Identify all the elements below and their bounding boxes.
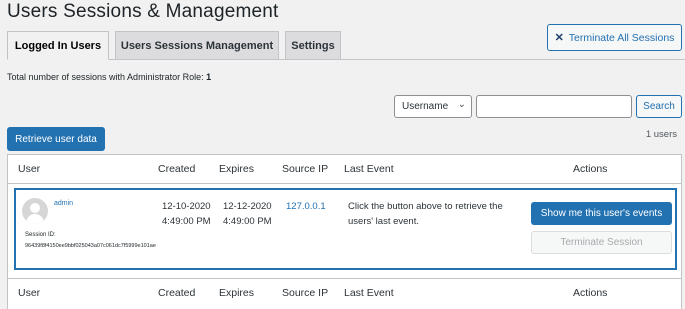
column-header-created[interactable]: Created bbox=[158, 163, 195, 175]
tab-settings[interactable]: Settings bbox=[285, 31, 341, 60]
tab-logged-in-users[interactable]: Logged In Users bbox=[7, 31, 109, 60]
avatar bbox=[22, 198, 48, 224]
close-icon: ✕ bbox=[554, 32, 564, 44]
retrieve-user-data-button[interactable]: Retrieve user data bbox=[7, 127, 105, 151]
page-title: Users Sessions & Management bbox=[7, 1, 279, 22]
column-header-actions: Actions bbox=[573, 163, 608, 175]
avatar-head-shape bbox=[30, 203, 40, 213]
column-footer-last-event[interactable]: Last Event bbox=[344, 287, 394, 299]
table-row: admin Session ID: 96439f8f4150ee9bbf0250… bbox=[14, 188, 677, 270]
avatar-body-shape bbox=[26, 214, 44, 224]
search-field-value: Username bbox=[402, 101, 449, 112]
search-button[interactable]: Search bbox=[636, 95, 682, 118]
column-footer-source-ip[interactable]: Source IP bbox=[282, 287, 328, 299]
table-header: User Created Expires Source IP Last Even… bbox=[8, 155, 681, 184]
tab-users-sessions-management[interactable]: Users Sessions Management bbox=[115, 31, 279, 60]
session-id-label: Session ID: bbox=[25, 232, 56, 238]
column-footer-user[interactable]: User bbox=[18, 287, 40, 299]
search-field-select[interactable]: Username ⌄ bbox=[394, 95, 472, 118]
column-header-source-ip[interactable]: Source IP bbox=[282, 163, 328, 175]
terminate-all-sessions-button[interactable]: ✕ Terminate All Sessions bbox=[547, 24, 682, 51]
sessions-table: User Created Expires Source IP Last Even… bbox=[7, 154, 682, 309]
source-ip-link[interactable]: 127.0.0.1 bbox=[286, 199, 326, 214]
search-input[interactable] bbox=[476, 95, 632, 118]
username-link[interactable]: admin bbox=[54, 200, 73, 207]
sessions-summary: Total number of sessions with Administra… bbox=[7, 72, 211, 82]
show-user-events-button[interactable]: Show me this user's events bbox=[531, 202, 672, 225]
column-footer-actions: Actions bbox=[573, 287, 608, 299]
terminate-session-button[interactable]: Terminate Session bbox=[531, 231, 672, 254]
chevron-down-icon: ⌄ bbox=[457, 99, 466, 110]
column-footer-expires[interactable]: Expires bbox=[219, 287, 254, 299]
session-id-value: 96439f8f4150ee9bbf025043a07c061dc7f5999e… bbox=[25, 243, 156, 249]
created-cell: 12-10-2020 4:49:00 PM bbox=[162, 201, 211, 227]
column-header-last-event[interactable]: Last Event bbox=[344, 163, 394, 175]
expires-cell: 12-12-2020 4:49:00 PM bbox=[223, 201, 272, 227]
last-event-cell: Click the button above to retrieve the u… bbox=[348, 201, 503, 227]
table-footer: User Created Expires Source IP Last Even… bbox=[8, 278, 681, 307]
sessions-summary-label: Total number of sessions with Administra… bbox=[7, 72, 204, 82]
column-footer-created[interactable]: Created bbox=[158, 287, 195, 299]
sessions-summary-value: 1 bbox=[206, 72, 212, 82]
column-header-expires[interactable]: Expires bbox=[219, 163, 254, 175]
column-header-user[interactable]: User bbox=[18, 163, 40, 175]
terminate-all-label: Terminate All Sessions bbox=[568, 31, 675, 44]
users-count: 1 users bbox=[645, 129, 677, 140]
